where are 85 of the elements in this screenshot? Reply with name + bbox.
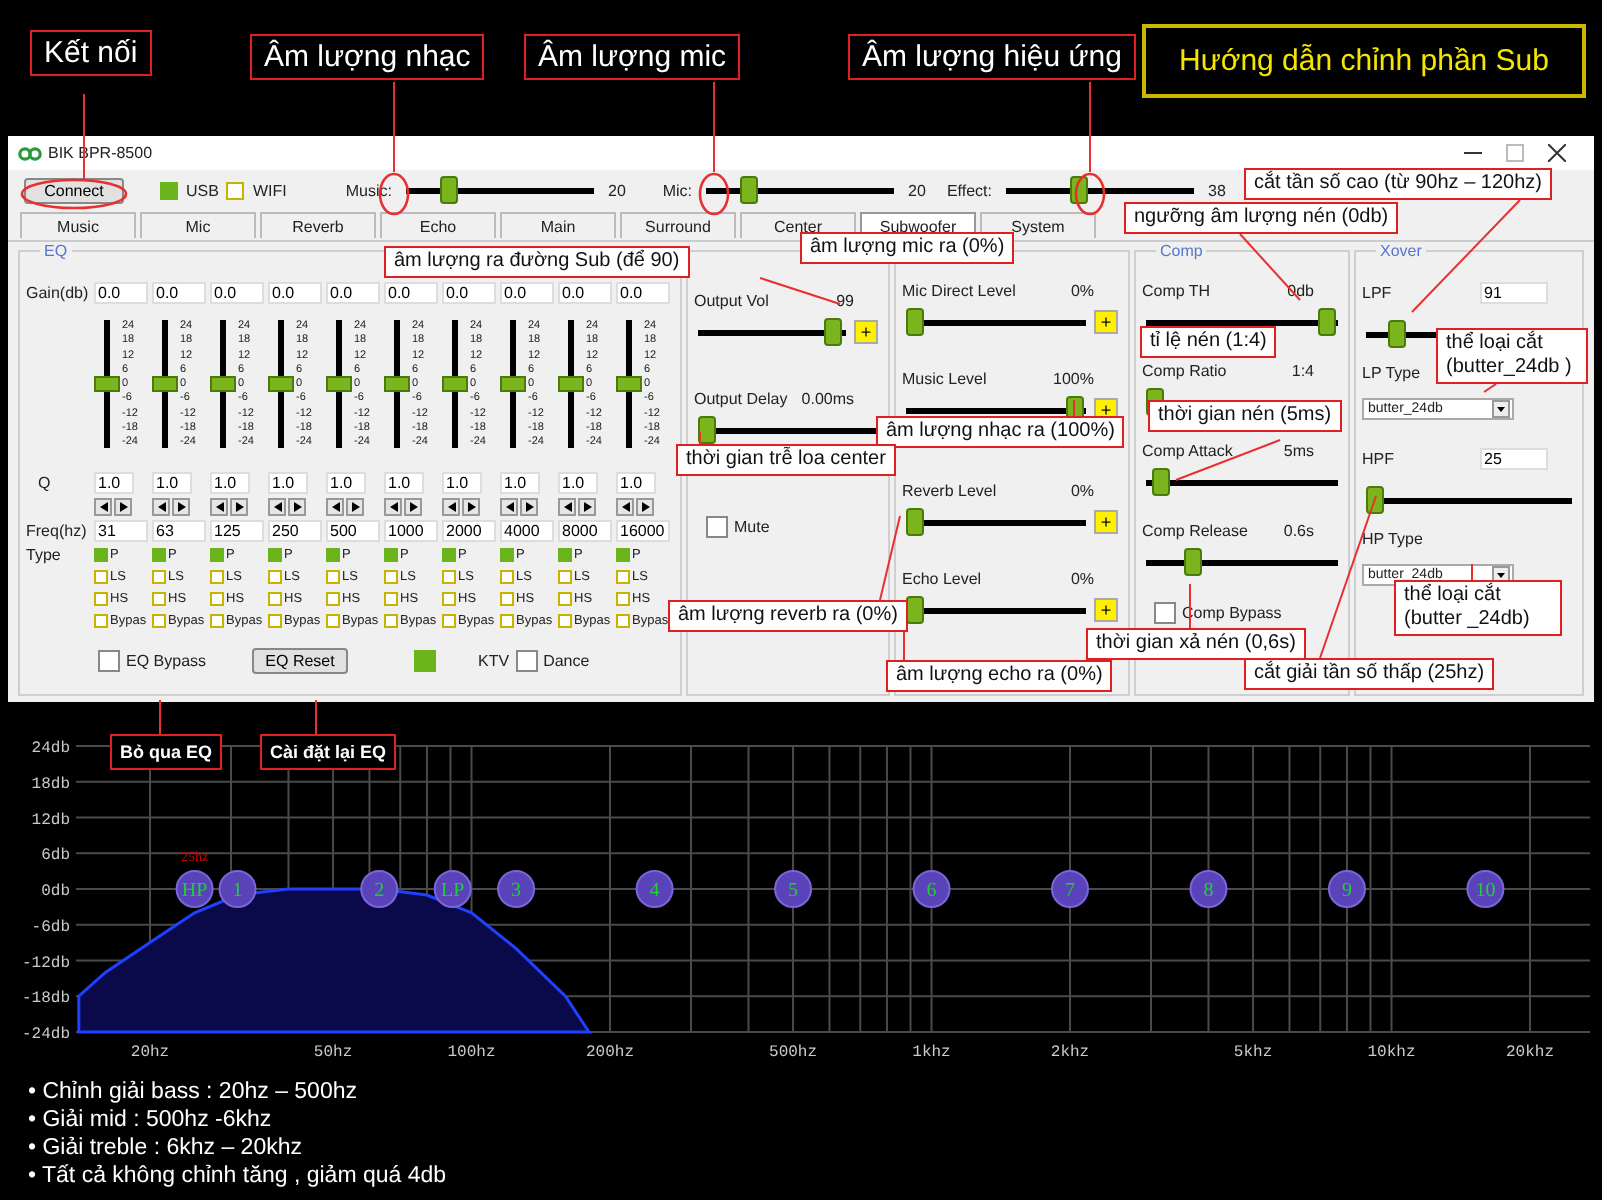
guide-title: Hướng dẫn chỉnh phần Sub <box>1142 24 1586 98</box>
y-axis-label: -18db <box>21 990 70 1009</box>
slider-reading: 0% <box>1070 482 1094 500</box>
callout-tooltip: cắt tần số cao (từ 90hz – 120hz) <box>1244 168 1552 200</box>
slider-label: Output Delay <box>694 390 788 408</box>
callout-tooltip: cắt giải tần số thấp (25hz) <box>1244 658 1495 690</box>
ktv-label: KTV <box>478 652 510 670</box>
filter-label: LPF <box>1362 284 1392 302</box>
filter-label: HPF <box>1362 450 1394 468</box>
slider-label: Output Vol <box>694 292 769 310</box>
callout-tooltip: Kết nối <box>30 30 152 76</box>
x-axis-label: 10khz <box>1367 1044 1416 1062</box>
slider-label: Music Level <box>902 370 987 388</box>
eq-bypass-label: EQ Bypass <box>126 652 207 670</box>
panel-title: EQ <box>40 242 72 260</box>
x-axis-label: 50hz <box>313 1044 353 1062</box>
freq-label: Freq(hz) <box>26 522 89 540</box>
x-axis-label: 200hz <box>586 1044 634 1062</box>
callout-tooltip: âm lượng echo ra (0%) <box>886 660 1113 692</box>
callout-tooltip: tỉ lệ nén (1:4) <box>1140 326 1277 358</box>
slider-reading: 1:4 <box>1291 362 1314 380</box>
y-axis-label: 18db <box>31 775 70 794</box>
filter-type-label: HP Type <box>1362 530 1423 548</box>
usb-label: USB <box>186 181 219 199</box>
callout-tooltip: Cài đặt lại EQ <box>260 734 397 770</box>
slider-reading: 5ms <box>1283 442 1314 460</box>
callout-tooltip: thể loại cắt (butter_24db ) <box>1436 328 1588 384</box>
y-axis-label: 24db <box>31 740 70 758</box>
panel-title: Comp <box>1156 242 1207 260</box>
slider-reading: 38 <box>1208 181 1228 199</box>
callout-tooltip: Bỏ qua EQ <box>110 734 223 770</box>
type-label: Type <box>26 546 63 564</box>
x-axis-label: 20khz <box>1506 1044 1554 1062</box>
x-axis-label: 1khz <box>912 1044 951 1062</box>
slider-reading: 0% <box>1070 282 1094 300</box>
y-axis-label: -24db <box>21 1026 70 1044</box>
note-text: • Tất cả không chỉnh tăng , giảm quá 4db <box>28 1162 449 1190</box>
slider-reading: 20 <box>608 181 628 199</box>
callout-tooltip: ngưỡng âm lượng nén (0db) <box>1124 202 1399 234</box>
slider-reading: 0% <box>1070 570 1094 588</box>
x-axis-label: 5khz <box>1233 1044 1273 1062</box>
x-axis-label: 20hz <box>130 1044 170 1062</box>
callout-tooltip: thể loại cắt (butter _24db) <box>1394 580 1562 636</box>
callout-tooltip: âm lượng reverb ra (0%) <box>668 600 908 632</box>
y-axis-label: 12db <box>31 811 70 830</box>
x-axis-label: 100hz <box>447 1044 496 1062</box>
callout-tooltip: Âm lượng nhạc <box>250 34 485 80</box>
y-axis-label: 0db <box>41 883 70 901</box>
callout-tooltip: thời gian nén (5ms) <box>1148 400 1342 432</box>
note-text: • Chỉnh giải bass : 20hz – 500hz <box>28 1078 359 1106</box>
callout-tooltip: âm lượng mic ra (0%) <box>800 232 1015 264</box>
mute-label: Mute <box>734 518 770 536</box>
note-text: • Giải treble : 6khz – 20khz <box>28 1134 304 1162</box>
slider-label: Effect: <box>944 181 992 199</box>
slider-reading: 99 <box>836 292 854 310</box>
callout-tooltip: thời gian trễ loa center <box>676 444 896 476</box>
slider-reading: 0.6s <box>1283 522 1314 540</box>
slider-label: Comp Attack <box>1142 442 1233 460</box>
dance-label: Dance <box>543 652 590 670</box>
slider-label: Mic: <box>660 181 692 199</box>
wifi-label: WIFI <box>252 181 287 199</box>
q-label: Q <box>36 474 53 492</box>
slider-label: Comp TH <box>1142 282 1211 300</box>
callout-tooltip: thời gian xả nén (0,6s) <box>1086 628 1306 660</box>
x-axis-label: 2khz <box>1050 1044 1090 1062</box>
y-axis-label: -6db <box>31 918 70 937</box>
slider-label: Reverb Level <box>902 482 997 500</box>
slider-label: Mic Direct Level <box>902 282 1016 300</box>
y-axis-label: 6db <box>41 847 70 866</box>
callout-tooltip: âm lượng ra đường Sub (để 90) <box>384 246 690 278</box>
callout-tooltip: Âm lượng hiệu ứng <box>848 34 1136 80</box>
y-axis-label: -12db <box>21 954 70 973</box>
panel-title: Xover <box>1376 242 1426 260</box>
slider-reading: 0.00ms <box>801 390 854 408</box>
slider-label: Echo Level <box>902 570 982 588</box>
callout-tooltip: Âm lượng mic <box>524 34 741 80</box>
slider-label: Comp Release <box>1142 522 1248 540</box>
slider-reading: 20 <box>908 181 928 199</box>
note-text: • Giải mid : 500hz -6khz <box>28 1106 274 1134</box>
x-axis-label: 500hz <box>769 1044 818 1062</box>
slider-reading: 100% <box>1053 370 1094 388</box>
callout-tooltip: âm lượng nhạc ra (100%) <box>876 416 1125 448</box>
gain-label: Gain(db) <box>26 284 91 302</box>
slider-label: Comp Ratio <box>1142 362 1227 380</box>
filter-type-label: LP Type <box>1362 364 1421 382</box>
